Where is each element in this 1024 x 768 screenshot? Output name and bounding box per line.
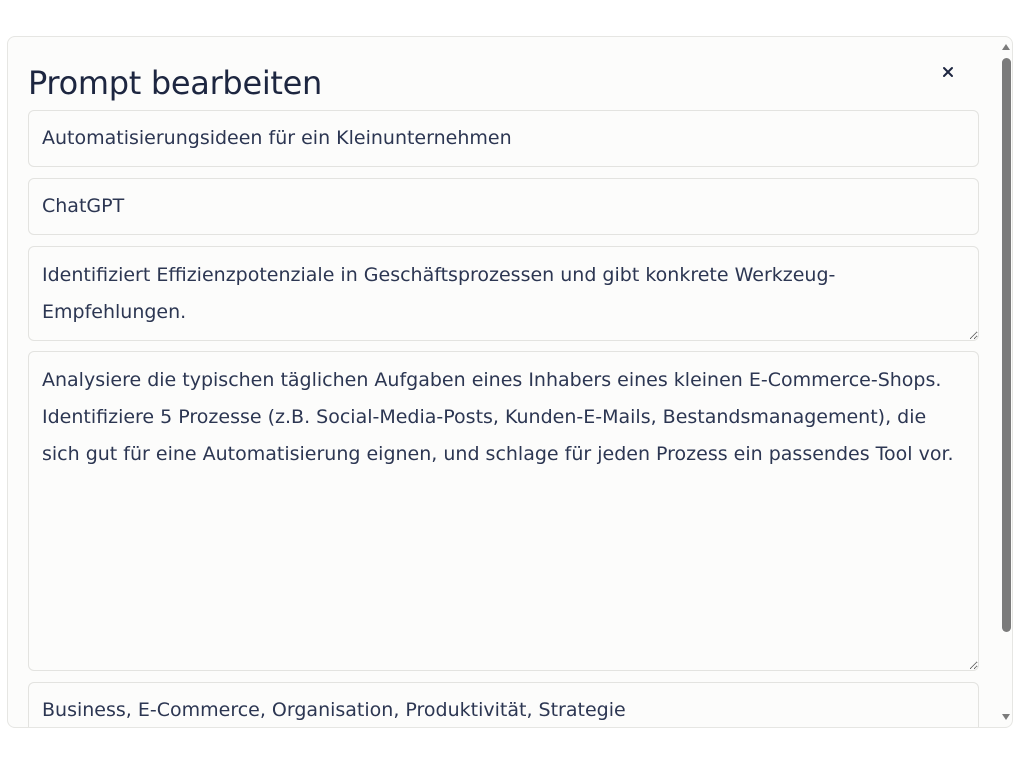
- tags-input[interactable]: [28, 682, 979, 727]
- close-icon: [942, 66, 954, 81]
- prompt-textarea[interactable]: Analysiere die typischen täglichen Aufga…: [28, 351, 979, 671]
- edit-prompt-dialog: Prompt bearbeiten Identifiziert Effizien…: [7, 36, 1013, 728]
- close-button[interactable]: [934, 59, 962, 87]
- arrow-up-icon[interactable]: [1001, 42, 1011, 52]
- dialog-title: Prompt bearbeiten: [28, 64, 323, 102]
- model-input[interactable]: [28, 178, 979, 235]
- scrollbar-thumb[interactable]: [1002, 58, 1011, 632]
- description-textarea[interactable]: Identifiziert Effizienzpotenziale in Ges…: [28, 246, 979, 341]
- arrow-down-icon[interactable]: [1001, 712, 1011, 722]
- scrollbar[interactable]: [998, 36, 1014, 730]
- title-input[interactable]: [28, 110, 979, 167]
